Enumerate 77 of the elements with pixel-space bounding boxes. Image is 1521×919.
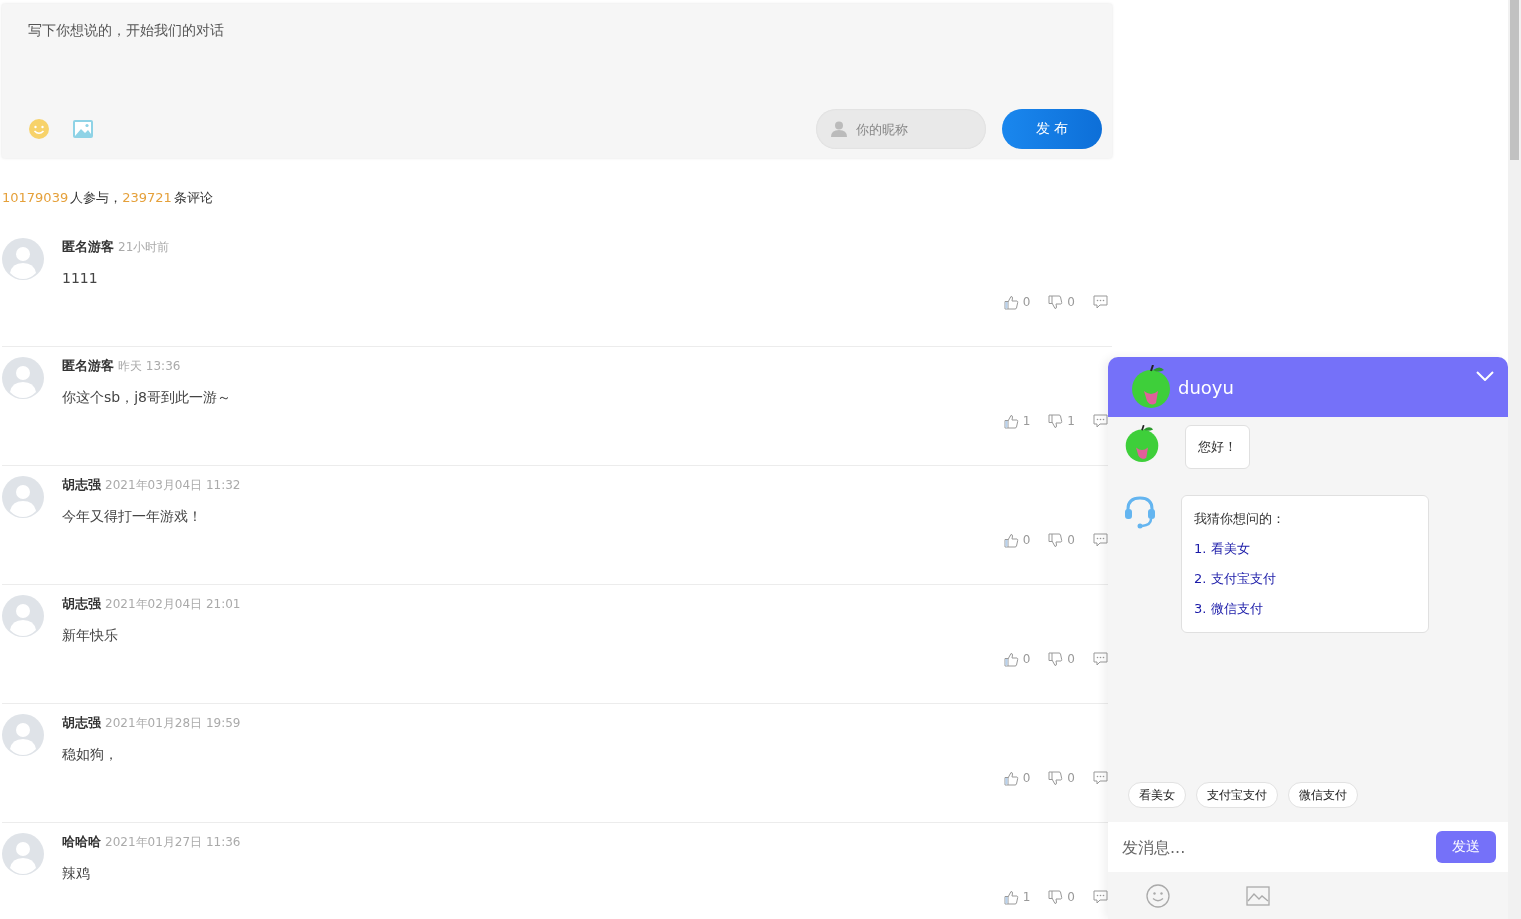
quick-reply-chip[interactable]: 看美女 (1128, 782, 1186, 808)
like-count: 0 (1022, 294, 1031, 310)
suggestion-link[interactable]: 1. 看美女 (1194, 540, 1416, 558)
smiley-icon[interactable] (1146, 883, 1170, 908)
thumbs-down-icon[interactable] (1048, 770, 1064, 786)
nickname-input[interactable]: 你的昵称 (854, 120, 968, 138)
comment-time: 21小时前 (118, 239, 170, 256)
comment-time: 2021年02月04日 21:01 (105, 596, 241, 613)
thumbs-down-icon[interactable] (1048, 413, 1064, 429)
thumbs-down-icon[interactable] (1048, 889, 1064, 905)
comment-text: 今年又得打一年游戏！ (62, 507, 203, 526)
commenter-name: 哈哈哈 (62, 833, 101, 851)
chat-title: duoyu (1178, 376, 1234, 398)
thumbs-up-icon[interactable] (1003, 651, 1019, 667)
reply-icon[interactable] (1093, 652, 1108, 666)
suggestion-intro: 我猜你想问的： (1194, 510, 1286, 528)
suggestion-link[interactable]: 2. 支付宝支付 (1194, 570, 1416, 588)
chat-message: 您好！ (1185, 425, 1250, 469)
like-count: 0 (1022, 770, 1031, 786)
comment-text: 辣鸡 (62, 864, 91, 883)
thumbs-up-icon[interactable] (1003, 532, 1019, 548)
reply-icon[interactable] (1093, 890, 1108, 904)
thumbs-down-icon[interactable] (1048, 532, 1064, 548)
thumbs-up-icon[interactable] (1003, 413, 1019, 429)
reply-icon[interactable] (1093, 414, 1108, 428)
person-icon (830, 120, 848, 138)
comment-time: 2021年03月04日 11:32 (105, 477, 241, 494)
dislike-count: 0 (1067, 651, 1075, 667)
comment-text: 你这个sb，j8哥到此一游～ (62, 388, 232, 407)
like-count: 0 (1022, 651, 1031, 667)
comment-time: 昨天 13:36 (118, 358, 181, 375)
commenter-name: 胡志强 (62, 714, 101, 732)
send-button[interactable]: 发送 (1436, 831, 1496, 863)
quick-reply-chip[interactable]: 支付宝支付 (1196, 782, 1278, 808)
publish-button[interactable]: 发 布 (1002, 109, 1102, 149)
like-count: 0 (1022, 532, 1031, 548)
thumbs-down-icon[interactable] (1048, 294, 1064, 310)
dislike-count: 0 (1067, 889, 1075, 905)
suggestion-link[interactable]: 3. 微信支付 (1194, 600, 1416, 618)
reply-icon[interactable] (1093, 295, 1108, 309)
thumbs-up-icon[interactable] (1003, 770, 1019, 786)
comment-text: 稳如狗， (62, 745, 119, 764)
participant-count: 10179039 (2, 189, 69, 207)
image-icon[interactable] (1246, 885, 1270, 906)
chevron-down-icon[interactable] (1476, 371, 1494, 381)
dislike-count: 0 (1067, 770, 1075, 786)
thumbs-up-icon[interactable] (1003, 294, 1019, 310)
commenter-name: 匿名游客 (62, 238, 114, 256)
reply-icon[interactable] (1093, 533, 1108, 547)
nickname-field[interactable]: 你的昵称 (816, 109, 986, 149)
reply-icon[interactable] (1093, 771, 1108, 785)
message-input[interactable]: 发消息... 发送 (1108, 822, 1508, 872)
dislike-count: 0 (1067, 532, 1075, 548)
comment-time: 2021年01月28日 19:59 (105, 715, 241, 732)
commenter-name: 匿名游客 (62, 357, 114, 375)
comment-count-label: 条评论 (173, 189, 213, 207)
dislike-count: 0 (1067, 294, 1075, 310)
apple-mascot-icon (1130, 365, 1172, 409)
like-count: 1 (1022, 413, 1031, 429)
apple-mascot-icon (1124, 425, 1160, 463)
comment-text: 1111 (62, 269, 99, 288)
commenter-name: 胡志强 (62, 595, 101, 613)
comment-input[interactable]: 写下你想说的，开始我们的对话 你的昵称 发 布 (2, 4, 1112, 158)
image-icon[interactable] (72, 119, 94, 139)
participant-label: 人参与， (70, 189, 123, 207)
thumbs-down-icon[interactable] (1048, 651, 1064, 667)
headset-icon (1124, 495, 1156, 529)
commenter-name: 胡志强 (62, 476, 101, 494)
quick-reply-chip[interactable]: 微信支付 (1288, 782, 1358, 808)
smiley-icon[interactable] (28, 118, 50, 140)
like-count: 1 (1022, 889, 1031, 905)
comment-text: 新年快乐 (62, 626, 119, 645)
comment-time: 2021年01月27日 11:36 (105, 834, 241, 851)
thumbs-up-icon[interactable] (1003, 889, 1019, 905)
scrollbar[interactable] (1508, 0, 1521, 919)
dislike-count: 1 (1067, 413, 1075, 429)
comment-count: 239721 (122, 189, 172, 207)
